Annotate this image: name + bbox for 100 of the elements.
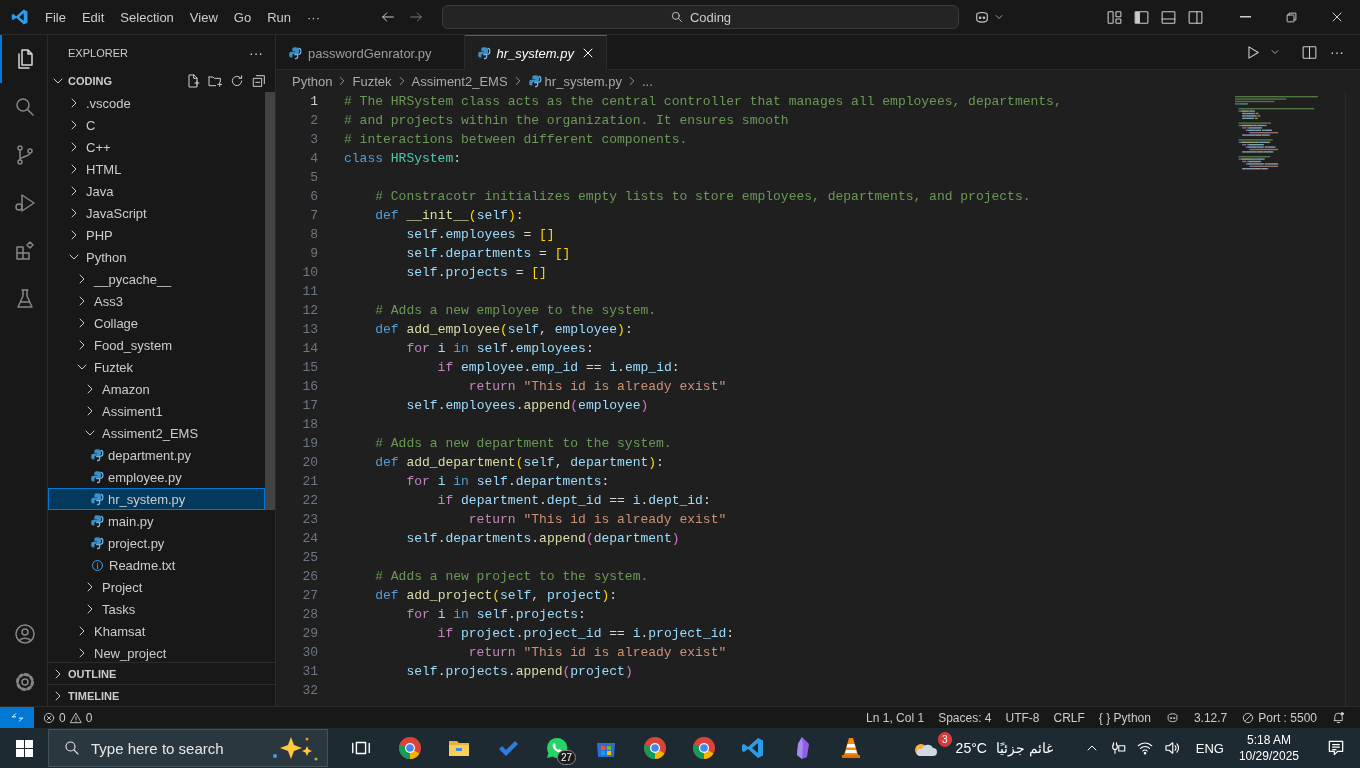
copilot-icon[interactable] xyxy=(1164,710,1180,725)
account-icon[interactable] xyxy=(12,622,37,646)
weather-condition: غائم جزئيًا xyxy=(995,740,1053,756)
editor-tab[interactable]: hr_system.py xyxy=(464,35,607,70)
tree-item[interactable]: Tasks xyxy=(48,598,265,620)
customize-layout-icon[interactable] xyxy=(1106,8,1123,26)
code-line: # Constracotr initializes empty lists to store employees, departments, and projects. xyxy=(374,189,1031,204)
editor-tab[interactable]: passwordGenrator.py xyxy=(276,35,465,70)
line-number: 31 xyxy=(301,663,318,681)
line-number: 28 xyxy=(301,606,318,624)
code-line: for i in self.departments: xyxy=(405,474,610,489)
code-line: self.departments = [] xyxy=(405,246,571,261)
wifi-icon[interactable] xyxy=(1135,739,1154,757)
notifications-icon[interactable] xyxy=(1331,710,1346,725)
menu-item[interactable]: File xyxy=(37,6,74,28)
code-line: return "This id is already exist" xyxy=(467,379,727,394)
tree-item[interactable]: Java xyxy=(48,180,265,202)
menu-item[interactable]: Selection xyxy=(112,6,182,28)
section-header[interactable]: OUTLINE xyxy=(48,662,275,684)
line-number: 1 xyxy=(309,93,318,111)
code-line: def __init__(self): xyxy=(374,208,524,223)
tree-item[interactable]: Assiment2_EMS xyxy=(48,422,265,444)
tree-item[interactable]: HTML xyxy=(48,158,265,180)
status-item[interactable]: { } Python xyxy=(1091,710,1158,725)
more-actions-button[interactable]: ··· xyxy=(249,44,263,61)
breadcrumb-item[interactable]: Fuztek xyxy=(352,73,392,89)
status-item[interactable]: 3.12.7 xyxy=(1186,710,1235,725)
status-item[interactable]: Ln 1, Col 1 xyxy=(859,710,932,725)
tree-item[interactable]: Amazon xyxy=(48,378,265,400)
port-status[interactable]: Port : 5500 xyxy=(1234,710,1324,725)
tree-item[interactable]: Fuztek xyxy=(48,356,265,378)
status-item[interactable]: CRLF xyxy=(1046,710,1092,725)
temperature: 25°C xyxy=(955,740,987,756)
line-number: 25 xyxy=(301,549,318,567)
breadcrumb-item[interactable]: ... xyxy=(641,73,653,89)
volume-icon[interactable] xyxy=(1162,739,1181,757)
menu-item[interactable]: Edit xyxy=(73,6,113,28)
tree-item[interactable]: department.py xyxy=(48,444,265,466)
tree-item[interactable]: .vscode xyxy=(48,92,265,114)
python-file-icon xyxy=(90,448,104,462)
status-item[interactable]: UTF-8 xyxy=(998,710,1047,725)
tree-item[interactable]: Ass3 xyxy=(48,290,265,312)
breadcrumb-item[interactable]: hr_system.py xyxy=(544,73,622,89)
line-number: 26 xyxy=(301,568,318,586)
tree-item[interactable]: JavaScript xyxy=(48,202,265,224)
input-language[interactable]: ENG xyxy=(1195,740,1224,756)
menu-item[interactable]: View xyxy=(181,6,226,28)
primary-sidebar-icon[interactable] xyxy=(1133,8,1150,26)
tree-item[interactable]: Assiment1 xyxy=(48,400,265,422)
line-number: 7 xyxy=(309,207,318,225)
tree-item[interactable]: __pycache__ xyxy=(48,268,265,290)
search-icon xyxy=(63,739,81,757)
problems-status[interactable]: 0 0 xyxy=(34,710,100,725)
more-actions-button[interactable]: ··· xyxy=(1326,44,1348,60)
notification-count: 3 xyxy=(938,732,952,747)
tree-item[interactable]: C xyxy=(48,114,265,136)
new-file-icon[interactable] xyxy=(185,73,201,89)
refresh-icon[interactable] xyxy=(229,73,245,89)
scrollbar[interactable] xyxy=(265,92,275,510)
breadcrumb-item[interactable]: Python xyxy=(292,73,333,89)
menu-item[interactable]: Run xyxy=(259,6,299,28)
line-number: 29 xyxy=(301,625,318,643)
breadcrumb-item[interactable]: Assiment2_EMS xyxy=(411,73,508,89)
tree-item[interactable]: New_project xyxy=(48,642,265,662)
tree-item[interactable]: employee.py xyxy=(48,466,265,488)
split-editor-icon[interactable] xyxy=(1301,43,1318,61)
tree-item[interactable]: Readme.txt xyxy=(48,554,265,576)
search-field[interactable]: Type here to search xyxy=(48,729,328,767)
notification-center-icon[interactable] xyxy=(1326,738,1346,758)
tree-item[interactable]: hr_system.py xyxy=(48,488,265,510)
browser-icon xyxy=(397,736,422,760)
tree-item[interactable]: Khamsat xyxy=(48,620,265,642)
new-folder-icon[interactable] xyxy=(207,73,223,89)
menu-item[interactable]: ··· xyxy=(299,6,328,28)
line-number: 32 xyxy=(301,682,318,700)
code-line: return "This id is already exist" xyxy=(467,645,727,660)
status-item[interactable]: Spaces: 4 xyxy=(931,710,999,725)
tree-item[interactable]: project.py xyxy=(48,532,265,554)
sidebar-title: EXPLORER xyxy=(68,46,128,59)
tree-item[interactable]: Python xyxy=(48,246,265,268)
taskbar-app[interactable]: 27 xyxy=(532,728,581,768)
restore-icon xyxy=(1283,9,1299,25)
forward-arrow-icon xyxy=(408,9,424,25)
browser-icon xyxy=(691,736,716,760)
code-line: # interactions between different components. xyxy=(344,132,688,147)
clock[interactable]: 5:18 AM 10/29/2025 xyxy=(1238,732,1299,764)
panel-icon[interactable] xyxy=(1160,8,1177,26)
code-line: # and projects within the organization. It ensures smooth xyxy=(344,113,789,128)
tree-item[interactable]: Project xyxy=(48,576,265,598)
tree-item[interactable]: C++ xyxy=(48,136,265,158)
tree-item[interactable]: Food_system xyxy=(48,334,265,356)
secondary-sidebar-icon[interactable] xyxy=(1187,8,1204,26)
menu-item[interactable]: Go xyxy=(225,6,260,28)
collapse-icon[interactable] xyxy=(251,73,267,89)
folder-header[interactable]: CODING xyxy=(48,70,275,92)
search-field[interactable]: Coding xyxy=(442,5,959,29)
tree-item[interactable]: main.py xyxy=(48,510,265,532)
tree-item[interactable]: Collage xyxy=(48,312,265,334)
tree-item[interactable]: PHP xyxy=(48,224,265,246)
line-number: 12 xyxy=(301,302,318,320)
